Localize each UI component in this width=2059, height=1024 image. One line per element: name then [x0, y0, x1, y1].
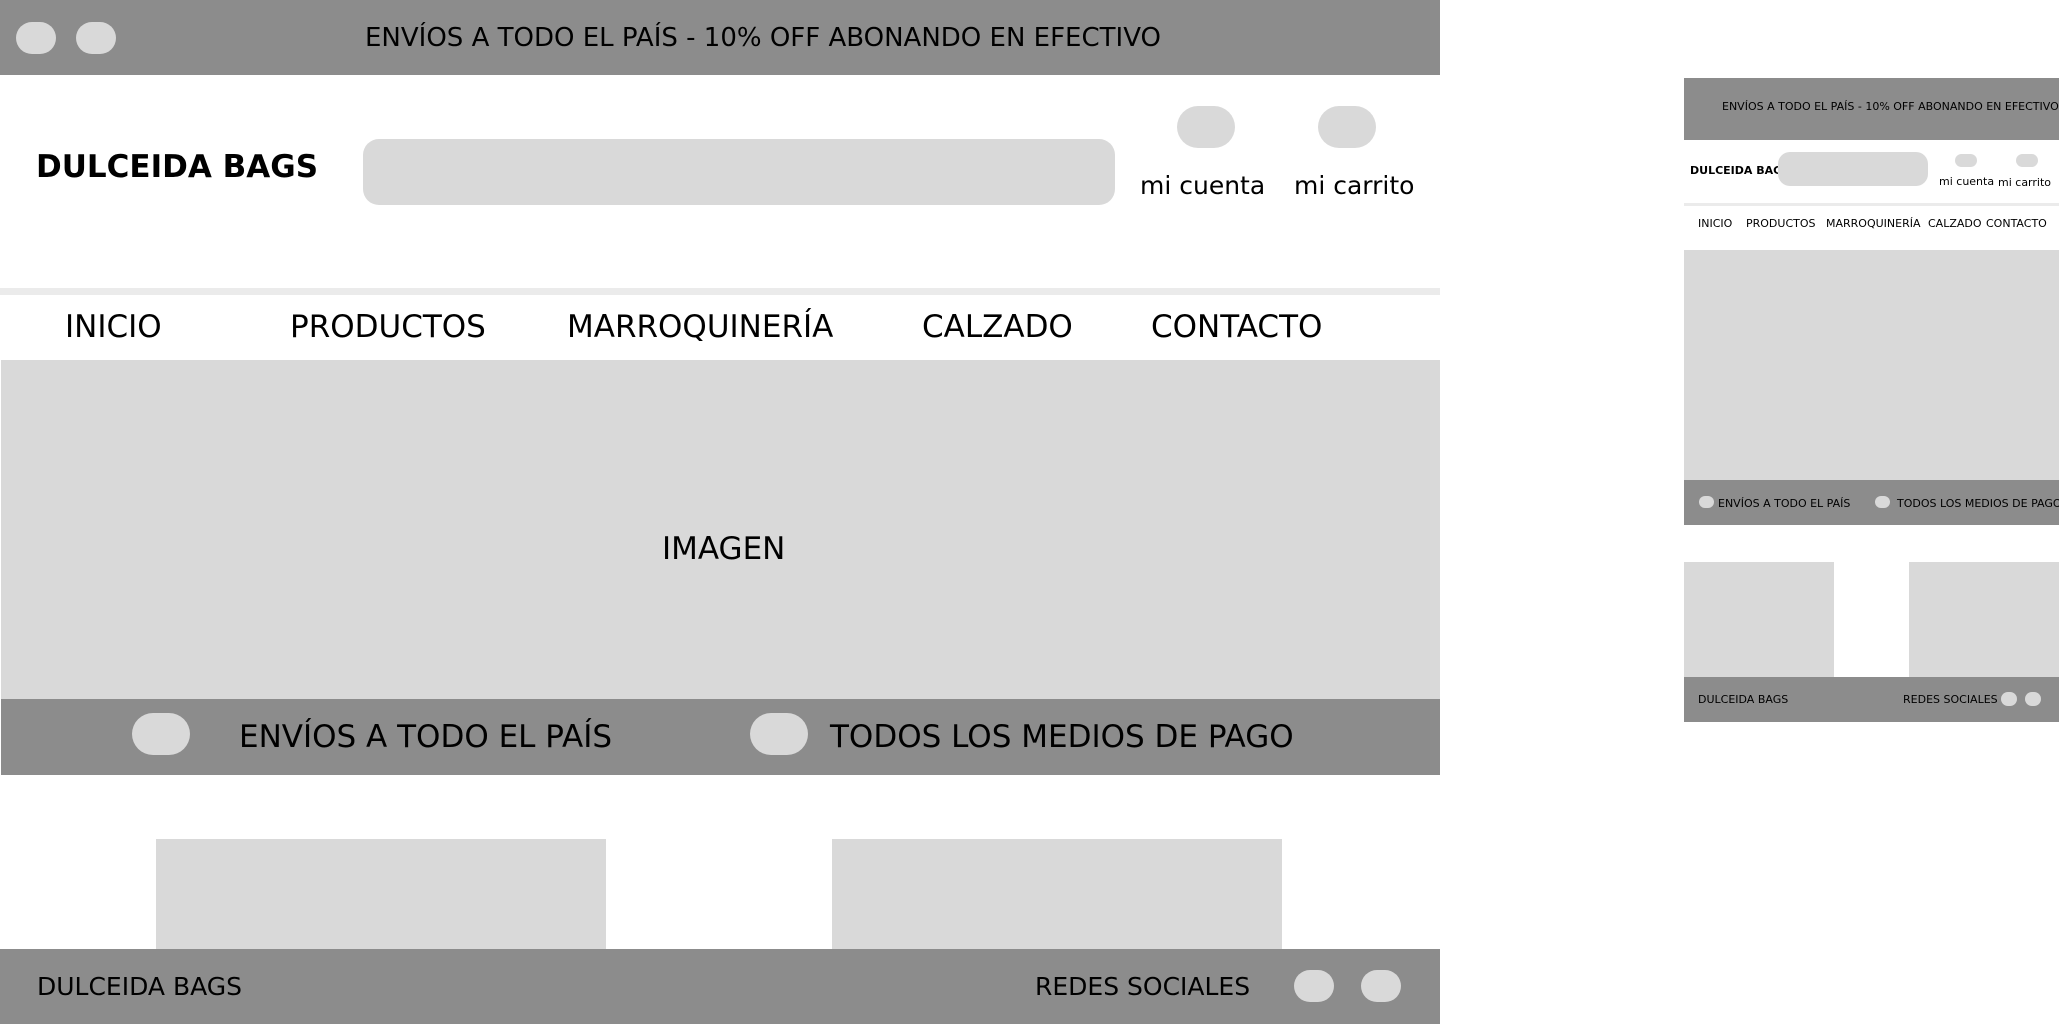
- header-divider: [0, 288, 1440, 295]
- mobile-nav-item-inicio[interactable]: INICIO: [1698, 218, 1732, 229]
- mobile-header-divider: [1684, 203, 2059, 206]
- hero-image-placeholder: [1, 360, 1440, 699]
- account-link[interactable]: mi cuenta: [1140, 173, 1265, 198]
- hero-image-label: IMAGEN: [662, 531, 786, 567]
- payment-icon: [750, 713, 808, 755]
- mobile-account-icon[interactable]: [1955, 154, 1977, 167]
- nav-item-calzado[interactable]: CALZADO: [922, 312, 1073, 343]
- nav-item-marroquineria[interactable]: MARROQUINERÍA: [567, 312, 833, 343]
- announcement-text: ENVÍOS A TODO EL PAÍS - 10% OFF ABONANDO…: [365, 23, 1161, 53]
- window-control-icon[interactable]: [16, 22, 56, 54]
- mobile-product-card[interactable]: [1909, 562, 2059, 677]
- social-icon[interactable]: [1294, 970, 1334, 1002]
- shipping-icon: [132, 713, 190, 755]
- mobile-search-input[interactable]: [1778, 152, 1928, 186]
- mobile-social-icon[interactable]: [2001, 692, 2017, 706]
- product-card[interactable]: [832, 839, 1282, 949]
- benefit-shipping-text: ENVÍOS A TODO EL PAÍS: [239, 719, 613, 755]
- social-icon[interactable]: [1361, 970, 1401, 1002]
- mobile-nav-item-productos[interactable]: PRODUCTOS: [1746, 218, 1816, 229]
- cart-icon[interactable]: [1318, 106, 1376, 148]
- nav-item-inicio[interactable]: INICIO: [65, 312, 162, 343]
- window-control-icon[interactable]: [76, 22, 116, 54]
- nav-item-contacto[interactable]: CONTACTO: [1151, 312, 1322, 343]
- mobile-footer-brand: DULCEIDA BAGS: [1698, 693, 1789, 706]
- search-input[interactable]: [363, 139, 1115, 205]
- nav-item-productos[interactable]: PRODUCTOS: [290, 312, 486, 343]
- mobile-hero-image-placeholder: [1684, 250, 2059, 480]
- mobile-account-link[interactable]: mi cuenta: [1939, 176, 1994, 187]
- mobile-announcement-text: ENVÍOS A TODO EL PAÍS - 10% OFF ABONANDO…: [1722, 100, 2059, 113]
- mobile-social-icon[interactable]: [2025, 692, 2041, 706]
- mobile-nav-item-marroquineria[interactable]: MARROQUINERÍA: [1826, 218, 1921, 229]
- mobile-benefit-shipping-text: ENVÍOS A TODO EL PAÍS: [1718, 497, 1851, 510]
- mobile-shipping-icon: [1699, 496, 1714, 508]
- mobile-nav-item-contacto[interactable]: CONTACTO: [1986, 218, 2047, 229]
- mobile-footer-social-label: REDES SOCIALES: [1903, 693, 1998, 706]
- cart-link[interactable]: mi carrito: [1294, 173, 1414, 198]
- footer-social-label: REDES SOCIALES: [1035, 972, 1251, 1001]
- footer-brand: DULCEIDA BAGS: [37, 972, 243, 1001]
- product-card[interactable]: [156, 839, 606, 949]
- mobile-cart-link[interactable]: mi carrito: [1998, 177, 2051, 188]
- mobile-payment-icon: [1875, 496, 1890, 508]
- mobile-cart-icon[interactable]: [2016, 154, 2038, 167]
- brand-logo[interactable]: DULCEIDA BAGS: [36, 152, 318, 183]
- benefit-payment-text: TODOS LOS MEDIOS DE PAGO: [830, 719, 1294, 755]
- mobile-product-card[interactable]: [1684, 562, 1834, 677]
- account-icon[interactable]: [1177, 106, 1235, 148]
- mobile-nav-item-calzado[interactable]: CALZADO: [1928, 218, 1982, 229]
- mobile-brand-logo[interactable]: DULCEIDA BAGS: [1690, 165, 1790, 176]
- mobile-benefit-payment-text: TODOS LOS MEDIOS DE PAGO: [1897, 497, 2059, 510]
